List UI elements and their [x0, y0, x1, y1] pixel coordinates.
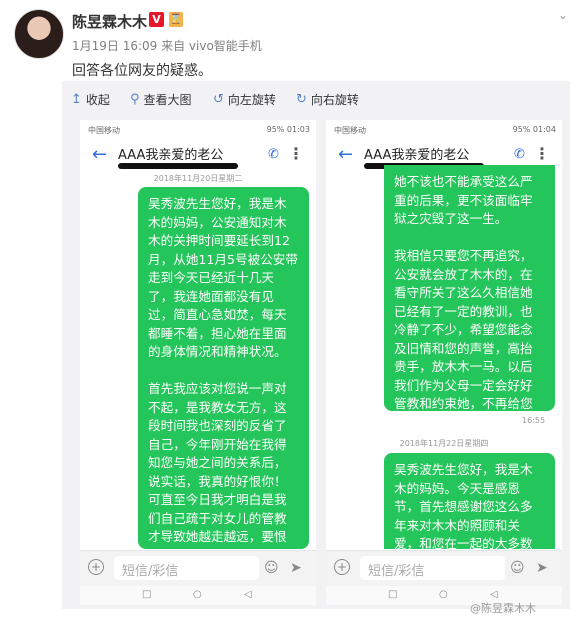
- carrier-label: 中国移动: [334, 126, 366, 135]
- plus-icon: +: [88, 559, 104, 575]
- verified-badge-icon: V: [149, 12, 164, 27]
- recent-apps-icon: □: [388, 589, 398, 600]
- redaction-bar: [118, 163, 238, 169]
- emoji-icon: ☺: [510, 560, 525, 576]
- chevron-down-icon[interactable]: ⌄: [558, 8, 568, 22]
- collapse-label: 收起: [85, 93, 110, 107]
- message-bubble: 她不该也不能承受这么严重的后果，更不该面临牢狱之灾毁了这一生。 我相信只要您不再…: [384, 165, 555, 411]
- message-input-bar: + 短信/彩信 ☺ ➤: [326, 550, 562, 587]
- rotate-right-button[interactable]: ↻ 向右旋转: [296, 91, 359, 108]
- weibo-watermark: @陈昱霖木木: [470, 602, 536, 615]
- sms-screenshot-left: 中国移动 95% 01:03 ← AAA我亲爱的老公 ✆ ⋮ 2018年11月2…: [80, 120, 316, 605]
- post-meta: 1月19日 16:09 来自 vivo智能手机: [72, 39, 262, 53]
- back-icon: ◁: [490, 589, 498, 600]
- status-bar: 中国移动 95% 01:04: [326, 120, 562, 138]
- sms-input-placeholder: 短信/彩信: [368, 564, 425, 579]
- home-icon: ○: [193, 589, 202, 600]
- send-icon: ➤: [536, 560, 548, 576]
- message-time: 16:55: [522, 416, 546, 425]
- sms-input: 短信/彩信: [360, 556, 505, 580]
- view-large-label: 查看大图: [143, 93, 192, 107]
- sms-screenshot-right: 中国移动 95% 01:04 ← AAA我亲爱的老公 ✆ ⋮ 她不该也不能承受这…: [326, 120, 562, 605]
- carrier-label: 中国移动: [88, 126, 120, 135]
- recent-apps-icon: □: [142, 589, 152, 600]
- collapse-icon: ↥: [71, 92, 82, 107]
- back-arrow-icon: ←: [92, 144, 108, 165]
- battery-time: 95% 01:04: [512, 125, 556, 134]
- sms-input-placeholder: 短信/彩信: [122, 564, 179, 579]
- rotate-left-label: 向左旋转: [227, 93, 276, 107]
- home-icon: ○: [439, 589, 448, 600]
- contact-name: AAA我亲爱的老公: [118, 148, 224, 163]
- rotate-right-icon: ↻: [296, 92, 307, 107]
- search-icon: ⚲: [130, 92, 140, 107]
- phone-icon: ✆: [268, 147, 279, 162]
- sms-input: 短信/彩信: [114, 556, 259, 580]
- post-text: 回答各位网友的疑惑。: [72, 63, 212, 79]
- message-bubble: 吴秀波先生您好，我是木木的妈妈，公安通知对木木的关押时间要延长到12月，从她11…: [138, 187, 309, 549]
- conversation-header: ← AAA我亲爱的老公 ✆ ⋮: [80, 138, 316, 178]
- avatar[interactable]: [14, 9, 64, 59]
- date-divider: 2018年11月20日星期二: [153, 174, 243, 183]
- emoji-icon: ☺: [264, 560, 279, 576]
- plus-icon: +: [334, 559, 350, 575]
- author-name[interactable]: 陈昱霖木木: [72, 11, 147, 32]
- battery-time: 95% 01:03: [266, 125, 310, 134]
- rank-badge-icon: ⌛: [169, 12, 183, 27]
- back-arrow-icon: ←: [338, 144, 354, 165]
- date-divider: 2018年11月22日星期四: [399, 439, 489, 448]
- send-icon: ➤: [290, 560, 302, 576]
- rotate-left-icon: ↺: [213, 92, 224, 107]
- rotate-right-label: 向右旋转: [310, 93, 359, 107]
- collapse-button[interactable]: ↥ 收起: [71, 91, 110, 108]
- message-input-bar: + 短信/彩信 ☺ ➤: [80, 550, 316, 587]
- view-large-button[interactable]: ⚲ 查看大图: [130, 91, 192, 108]
- back-icon: ◁: [244, 589, 252, 600]
- phone-icon: ✆: [514, 147, 525, 162]
- android-nav-bar: □ ○ ◁: [80, 586, 316, 605]
- status-bar: 中国移动 95% 01:03: [80, 120, 316, 138]
- more-icon: ⋮: [534, 144, 550, 163]
- more-icon: ⋮: [288, 144, 304, 163]
- contact-name: AAA我亲爱的老公: [364, 148, 470, 163]
- rotate-left-button[interactable]: ↺ 向左旋转: [213, 91, 276, 108]
- message-bubble: 吴秀波先生您好，我是木木的妈妈。今天是感恩节，首先想感谢您这么多年来对木木的照顾…: [384, 453, 555, 549]
